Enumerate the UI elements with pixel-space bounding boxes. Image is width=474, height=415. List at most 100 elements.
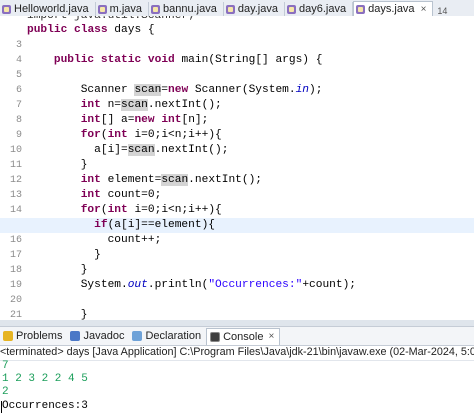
code-line-current: 16 if(a[i]==element){ — [0, 218, 474, 246]
java-file-icon — [97, 4, 107, 14]
code-keyword: void — [147, 54, 175, 66]
code-text: .nextInt(); — [147, 99, 222, 111]
code-identifier: scan — [127, 144, 155, 156]
java-file-icon — [356, 4, 366, 14]
console-line: 1 2 3 2 2 4 5 — [2, 373, 88, 385]
console-line: Occurrences:3 — [2, 400, 88, 412]
code-line: 12 } — [0, 158, 474, 186]
console-line: 2 — [2, 386, 9, 398]
code-line: 3 public class days { — [0, 23, 474, 51]
code-line: 19 } — [0, 263, 474, 291]
code-keyword: public — [27, 24, 68, 36]
code-keyword: int — [80, 174, 101, 186]
code-text: n= — [100, 99, 122, 111]
code-text: Scanner — [80, 84, 135, 96]
code-keyword: class — [74, 24, 108, 36]
code-text: a[i]= — [94, 144, 128, 156]
view-tab-label: Problems — [16, 330, 63, 342]
code-line: 13 int element=scan.nextInt(); — [0, 173, 474, 201]
code-line: 5 public static void main(String[] args)… — [0, 53, 474, 81]
code-text: .nextInt(); — [188, 174, 263, 186]
code-text: i=0;i<n;i++){ — [127, 204, 222, 216]
code-text: System. — [80, 279, 128, 291]
code-text: main(String[] args) { — [174, 54, 323, 66]
code-text: } — [80, 264, 88, 276]
code-identifier: scan — [134, 84, 162, 96]
code-line: 9 int[] a=new int[n]; — [0, 113, 474, 141]
editor-tab-label: m.java — [109, 3, 142, 15]
code-text: count=0; — [100, 189, 162, 201]
code-field: out — [127, 279, 148, 291]
tab-overflow-count[interactable]: 14 — [433, 6, 451, 16]
code-text: +count); — [302, 279, 357, 291]
code-text: ( — [100, 129, 108, 141]
editor-tab-label: day6.java — [298, 3, 347, 15]
tab-declaration[interactable]: Declaration — [129, 328, 206, 344]
code-text: } — [94, 249, 101, 261]
javadoc-icon — [70, 331, 81, 341]
tab-javadoc[interactable]: Javadoc — [67, 328, 129, 344]
code-text: Scanner(System. — [188, 84, 296, 96]
code-editor[interactable]: import java.util.Scanner; 3 public class… — [0, 16, 474, 330]
code-text: } — [80, 159, 88, 171]
code-identifier: scan — [121, 99, 148, 111]
code-text: .nextInt(); — [154, 144, 229, 156]
java-file-icon — [2, 4, 11, 14]
views-tab-bar: Problems Javadoc Declaration Console × — [0, 326, 474, 346]
code-keyword: for — [80, 204, 101, 216]
code-keyword: int — [107, 204, 128, 216]
editor-tab-label: bannu.java — [163, 3, 217, 15]
code-text: [] a= — [100, 114, 135, 126]
tab-problems[interactable]: Problems — [0, 328, 67, 344]
editor-tab-day6[interactable]: day6.java — [285, 2, 354, 16]
code-identifier: scan — [161, 174, 189, 186]
console-output[interactable]: 7 1 2 3 2 2 4 5 2 Occurrences:3 — [0, 360, 474, 415]
close-icon[interactable]: × — [268, 331, 274, 342]
code-string: "Occurrences:" — [208, 279, 303, 291]
code-text: days { — [107, 24, 155, 36]
view-tab-label: Javadoc — [83, 330, 125, 342]
code-keyword: public — [53, 54, 95, 66]
code-line: 4 — [0, 38, 474, 66]
declaration-icon — [132, 331, 143, 341]
tab-console[interactable]: Console × — [206, 327, 281, 345]
code-text: .println( — [147, 279, 209, 291]
code-line: 21 — [0, 293, 474, 321]
editor-tab-helloworld[interactable]: Helloworld.java — [0, 2, 96, 16]
view-tab-label: Declaration — [145, 330, 202, 342]
code-line: 14 int count=0; — [0, 188, 474, 216]
editor-tab-bannu[interactable]: bannu.java — [149, 2, 224, 16]
code-text: count++; — [107, 234, 162, 246]
code-text: (a[i]==element){ — [107, 219, 215, 231]
code-line: 10 for(int i=0;i<n;i++){ — [0, 128, 474, 156]
editor-tab-m[interactable]: m.java — [96, 2, 149, 16]
code-text: i=0;i<n;i++){ — [127, 129, 222, 141]
code-line: 11 a[i]=scan.nextInt(); — [0, 143, 474, 171]
editor-tab-label: day.java — [237, 3, 278, 15]
console-icon — [210, 331, 221, 342]
code-line: 20 System.out.println("Occurrences:"+cou… — [0, 278, 474, 306]
java-file-icon — [286, 4, 296, 14]
close-icon[interactable]: × — [421, 4, 427, 15]
editor-tab-days[interactable]: days.java × — [353, 1, 434, 16]
console-status: <terminated> days [Java Application] C:\… — [0, 345, 474, 361]
code-line: 17 count++; — [0, 233, 474, 261]
java-file-icon — [151, 4, 160, 14]
code-line: 15 for(int i=0;i<n;i++){ — [0, 203, 474, 231]
java-file-icon — [225, 4, 235, 14]
code-keyword: for — [80, 129, 101, 141]
editor-tab-bar: Helloworld.java m.java bannu.java day.ja… — [0, 0, 474, 17]
text-caret — [1, 401, 2, 413]
editor-tab-day[interactable]: day.java — [224, 2, 285, 16]
code-line: 6 — [0, 68, 474, 96]
code-line: 7 Scanner scan=new Scanner(System.in); — [0, 83, 474, 111]
editor-tab-label: days.java — [368, 3, 415, 15]
code-field: in — [295, 84, 310, 96]
code-line: 18 } — [0, 248, 474, 276]
code-text: element= — [100, 174, 162, 186]
code-text: [n]; — [181, 114, 209, 126]
code-keyword: int — [161, 114, 182, 126]
code-keyword: int — [80, 99, 101, 111]
code-line: 8 int n=scan.nextInt(); — [0, 98, 474, 126]
code-keyword: int — [107, 129, 128, 141]
